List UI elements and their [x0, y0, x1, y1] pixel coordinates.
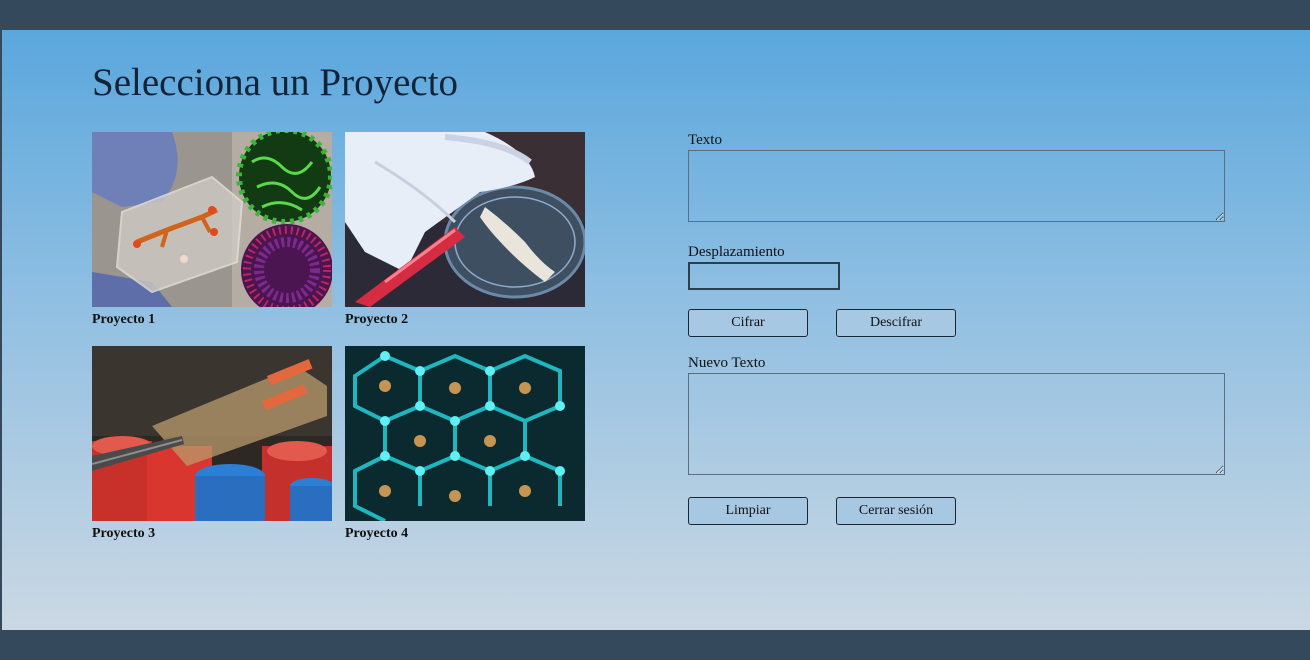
project-2-label[interactable]: Proyecto 2	[345, 312, 585, 328]
shift-input[interactable]	[688, 262, 840, 290]
project-3-image[interactable]	[92, 346, 332, 521]
project-3-label[interactable]: Proyecto 3	[92, 526, 332, 542]
project-card-2[interactable]: Proyecto 2	[345, 132, 585, 328]
project-2-image[interactable]	[345, 132, 585, 307]
project-4-label[interactable]: Proyecto 4	[345, 526, 585, 542]
shift-label: Desplazamiento	[688, 244, 785, 260]
decrypt-button[interactable]: Descifrar	[836, 309, 956, 337]
project-card-4[interactable]: Proyecto 4	[345, 346, 585, 542]
main-content: Selecciona un Proyecto Proyecto 1 Proyec…	[2, 30, 1310, 630]
encrypt-button[interactable]: Cifrar	[688, 309, 808, 337]
top-bar	[0, 0, 1310, 30]
new-text-output[interactable]	[688, 373, 1225, 475]
logout-button[interactable]: Cerrar sesión	[836, 497, 956, 525]
project-card-1[interactable]: Proyecto 1	[92, 132, 332, 328]
page-title: Selecciona un Proyecto	[92, 61, 459, 104]
text-label: Texto	[688, 132, 722, 148]
bottom-bar	[0, 630, 1310, 660]
project-1-image[interactable]	[92, 132, 332, 307]
text-input[interactable]	[688, 150, 1225, 222]
new-text-label: Nuevo Texto	[688, 355, 766, 371]
clear-button[interactable]: Limpiar	[688, 497, 808, 525]
project-4-image[interactable]	[345, 346, 585, 521]
project-1-label[interactable]: Proyecto 1	[92, 312, 332, 328]
project-card-3[interactable]: Proyecto 3	[92, 346, 332, 542]
